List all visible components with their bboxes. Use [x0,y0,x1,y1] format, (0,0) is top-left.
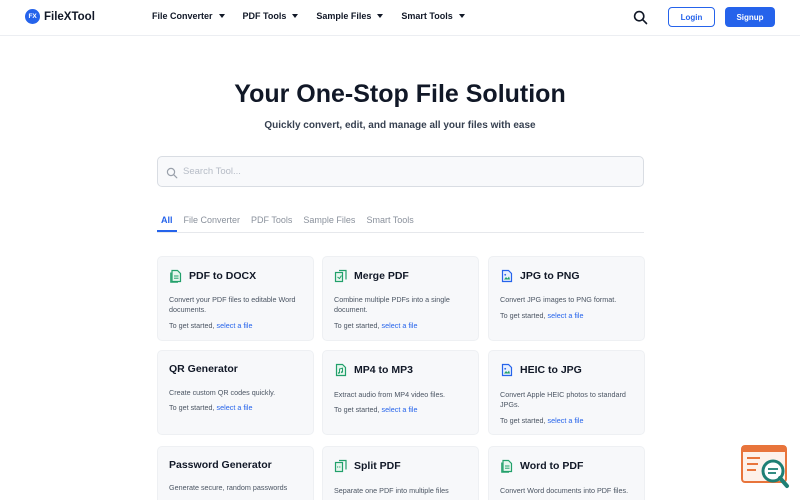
tab-sample-files[interactable]: Sample Files [299,214,359,232]
card-cta: To get started, select a file [334,321,418,330]
card-cta-prefix: To get started, [334,321,380,330]
card-cta-prefix: To get started, [500,416,546,425]
docx-file-icon [169,269,183,283]
select-file-link[interactable]: select a file [217,321,253,330]
signup-button[interactable]: Signup [725,7,775,27]
tool-card-jpg-to-png[interactable]: JPG to PNG Convert JPG images to PNG for… [488,256,645,341]
image-file-icon [500,269,514,283]
card-title: QR Generator [169,363,238,375]
nav-file-converter-label: File Converter [152,11,213,21]
nav-pdf-tools-label: PDF Tools [242,11,287,21]
tool-card-merge-pdf[interactable]: Merge PDF Combine multiple PDFs into a s… [322,256,479,341]
select-file-link[interactable]: select a file [548,416,584,425]
nav-pdf-tools[interactable]: PDF Tools [243,11,299,21]
card-cta: To get started, select a file [169,403,253,412]
top-navbar: FX FileXTool File Converter PDF Tools Sa… [0,0,800,36]
nav-sample-files[interactable]: Sample Files [316,11,384,21]
card-cta: To get started, select a file [500,311,584,320]
logo-mark: FX [25,9,40,24]
tab-smart-tools[interactable]: Smart Tools [362,214,417,232]
tool-card-heic-to-jpg[interactable]: HEIC to JPG Convert Apple HEIC photos to… [488,350,645,435]
select-file-link[interactable]: select a file [382,405,418,414]
page-title: Your One-Stop File Solution [234,80,566,108]
tab-all[interactable]: All [157,214,177,232]
nav-file-converter[interactable]: File Converter [152,11,225,21]
card-cta: To get started, select a file [500,416,584,425]
help-widget-icon[interactable] [740,444,792,492]
merge-pdf-icon [334,269,348,283]
search-icon[interactable] [633,10,648,25]
chevron-down-icon [458,14,465,18]
select-file-link[interactable]: select a file [548,311,584,320]
card-title: Word to PDF [520,460,584,472]
card-title: Split PDF [354,460,401,472]
card-cta-prefix: To get started, [500,311,546,320]
card-description: Extract audio from MP4 video files. [334,390,446,399]
nav-smart-tools-label: Smart Tools [401,11,453,21]
search-icon [166,166,178,179]
tab-pdf-tools[interactable]: PDF Tools [247,214,296,232]
tool-card-qr-generator[interactable]: QR Generator Create custom QR codes quic… [157,350,314,435]
split-pdf-icon [334,459,348,473]
login-button[interactable]: Login [668,7,715,27]
card-description: Convert Apple HEIC photos to standard JP… [500,390,626,409]
card-title: PDF to DOCX [189,270,257,282]
tool-search [157,156,644,187]
card-description: Convert your PDF files to editable Word … [169,295,296,314]
card-description: Convert Word documents into PDF files. [500,486,629,495]
pdf-file-icon [500,459,514,473]
card-description: Create custom QR codes quickly. [169,388,276,397]
nav-smart-tools[interactable]: Smart Tools [401,11,465,21]
card-cta-prefix: To get started, [169,403,215,412]
search-input[interactable] [183,157,633,186]
card-title: JPG to PNG [520,270,580,282]
main-nav: File Converter PDF Tools Sample Files Sm… [152,11,483,21]
card-title: MP4 to MP3 [354,364,413,376]
logo-text: FileXTool [44,10,95,23]
card-cta: To get started, select a file [169,321,253,330]
card-description: Separate one PDF into multiple files [334,486,449,495]
select-file-link[interactable]: select a file [217,403,253,412]
chevron-down-icon [377,14,384,18]
card-description: Generate secure, random passwords [169,483,288,492]
card-title: Password Generator [169,459,272,471]
tool-card-pdf-to-docx[interactable]: PDF to DOCX Convert your PDF files to ed… [157,256,314,341]
tool-card-password-generator[interactable]: Password Generator Generate secure, rand… [157,446,314,500]
category-tabs: All File Converter PDF Tools Sample File… [157,214,644,233]
chevron-down-icon [218,14,225,18]
logo[interactable]: FX FileXTool [25,9,95,24]
audio-file-icon [334,363,348,377]
nav-sample-files-label: Sample Files [316,11,372,21]
select-file-link[interactable]: select a file [382,321,418,330]
chevron-down-icon [292,14,299,18]
page-subtitle: Quickly convert, edit, and manage all yo… [264,120,536,131]
tab-file-converter[interactable]: File Converter [180,214,245,232]
card-title: Merge PDF [354,270,409,282]
tool-card-split-pdf[interactable]: Split PDF Separate one PDF into multiple… [322,446,479,500]
tool-card-mp4-to-mp3[interactable]: MP4 to MP3 Extract audio from MP4 video … [322,350,479,435]
card-title: HEIC to JPG [520,364,582,376]
image-file-icon [500,363,514,377]
card-cta-prefix: To get started, [334,405,380,414]
card-description: Convert JPG images to PNG format. [500,295,617,304]
card-cta-prefix: To get started, [169,321,215,330]
card-description: Combine multiple PDFs into a single docu… [334,295,450,314]
tool-card-word-to-pdf[interactable]: Word to PDF Convert Word documents into … [488,446,645,500]
card-cta: To get started, select a file [334,405,418,414]
